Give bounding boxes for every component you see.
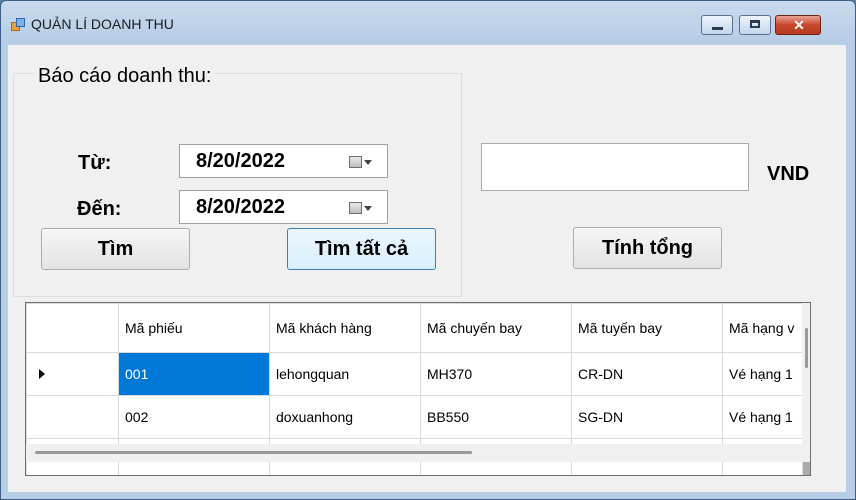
from-date-picker[interactable]: 8/20/2022 [179, 144, 388, 178]
grid-cell[interactable]: 002 [118, 395, 270, 439]
window-title: QUẢN LÍ DOANH THU [31, 16, 174, 32]
from-label: Từ: [78, 152, 112, 174]
header-row: Mã phiếu Mã khách hàng Mã chuyến bay Mã … [26, 303, 803, 353]
table-row[interactable]: 002 doxuanhong BB550 SG-DN Vé hạng 1 [26, 395, 803, 439]
column-header[interactable]: Mã hạng v [722, 303, 803, 353]
vertical-scrollbar[interactable] [802, 303, 810, 444]
horizontal-scrollbar[interactable] [26, 444, 810, 462]
table-row[interactable]: 001 lehongquan MH370 CR-DN Vé hạng 1 [26, 352, 803, 396]
grid-cell[interactable]: 001 [118, 352, 270, 396]
column-header[interactable]: Mã chuyến bay [420, 303, 572, 353]
current-row-arrow-icon [39, 369, 45, 379]
grid-cell[interactable]: SG-DN [571, 395, 723, 439]
calendar-dropdown-icon[interactable] [349, 202, 372, 214]
maximize-button[interactable] [739, 15, 771, 35]
grid-cell[interactable]: Vé hạng 1 [722, 395, 803, 439]
close-icon: ✕ [793, 17, 805, 33]
column-header[interactable]: Mã tuyến bay [571, 303, 723, 353]
grid-cell[interactable]: BB550 [420, 395, 572, 439]
row-header[interactable] [26, 395, 119, 439]
report-group-title: Báo cáo doanh thu: [34, 65, 216, 88]
currency-label: VND [767, 163, 810, 185]
total-revenue-field[interactable] [481, 143, 749, 191]
title-bar: QUẢN LÍ DOANH THU ✕ [1, 1, 855, 45]
close-button[interactable]: ✕ [775, 15, 821, 35]
grid-cell[interactable]: Vé hạng 1 [722, 352, 803, 396]
app-form-icon [11, 18, 25, 31]
vertical-scroll-thumb[interactable] [805, 328, 808, 368]
grid-cell[interactable]: doxuanhong [269, 395, 421, 439]
compute-total-button[interactable]: Tính tổng [573, 227, 722, 269]
row-header-corner [26, 303, 119, 353]
minimize-button[interactable] [701, 15, 733, 35]
from-date-value: 8/20/2022 [196, 150, 285, 172]
horizontal-scroll-thumb[interactable] [35, 451, 472, 454]
to-label: Đến: [77, 198, 122, 220]
main-window: QUẢN LÍ DOANH THU ✕ Từ: 8/20/2022 Đến: 8… [0, 0, 856, 500]
row-header[interactable] [26, 352, 119, 396]
minimize-icon [712, 27, 723, 30]
search-button[interactable]: Tìm [41, 228, 190, 270]
column-header[interactable]: Mã khách hàng [269, 303, 421, 353]
calendar-dropdown-icon[interactable] [349, 156, 372, 168]
column-header[interactable]: Mã phiếu [118, 303, 270, 353]
maximize-icon [750, 20, 760, 28]
to-date-picker[interactable]: 8/20/2022 [179, 190, 388, 224]
grid-cell[interactable]: CR-DN [571, 352, 723, 396]
grid-cell[interactable]: lehongquan [269, 352, 421, 396]
grid-cell[interactable]: MH370 [420, 352, 572, 396]
to-date-value: 8/20/2022 [196, 196, 285, 218]
revenue-datagrid[interactable]: Mã phiếu Mã khách hàng Mã chuyến bay Mã … [25, 302, 811, 476]
form-client-area: Từ: 8/20/2022 Đến: 8/20/2022 Tìm Tìm tất… [8, 45, 846, 492]
report-groupbox: Từ: 8/20/2022 Đến: 8/20/2022 Tìm Tìm tất… [13, 73, 462, 297]
search-all-button[interactable]: Tìm tất cả [287, 228, 436, 270]
